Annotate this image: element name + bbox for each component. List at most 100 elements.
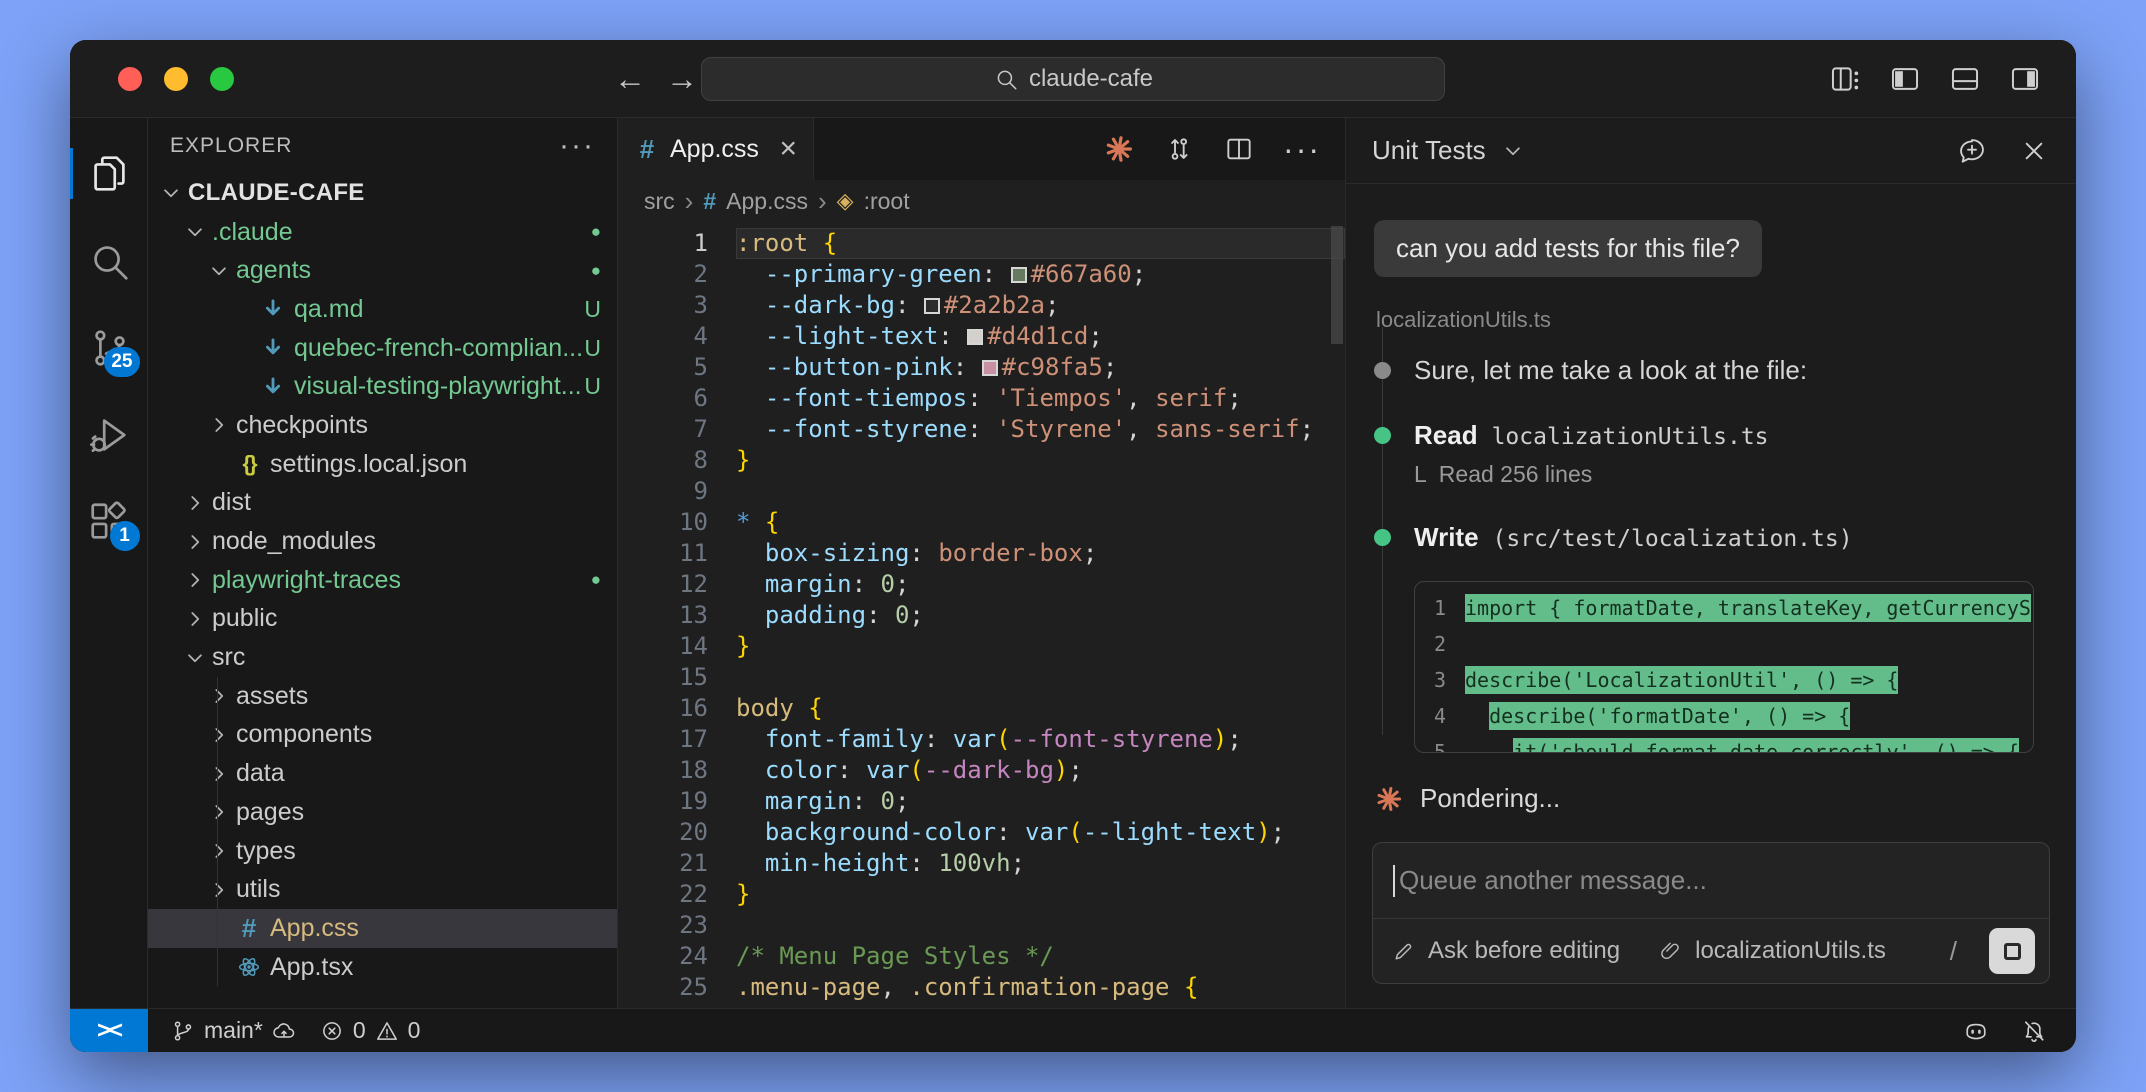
slash-command-hint[interactable]: / xyxy=(1950,936,1957,967)
cloud-upload-icon[interactable] xyxy=(271,1018,297,1044)
activity-source-control[interactable]: 25 xyxy=(70,304,148,391)
code-editor[interactable]: 1 2 3 4 5 6 7 8 9 10 11 12 13 14 15 16 17 18 19 20 21 22 23 24 2… xyxy=(618,222,1345,1008)
breadcrumb-symbol[interactable]: :root xyxy=(864,188,910,215)
code-line: --dark-bg: #2a2b2a; xyxy=(764,291,1060,319)
explorer-more-actions-icon[interactable]: ··· xyxy=(559,129,595,163)
tree-item-assets[interactable]: assets xyxy=(148,676,617,716)
breadcrumb-file[interactable]: App.css xyxy=(726,188,808,215)
toggle-panel-icon[interactable] xyxy=(1948,62,1982,96)
breadcrumb-src[interactable]: src xyxy=(644,188,675,215)
chat-input-box[interactable]: Queue another message... Ask before edit… xyxy=(1372,842,2050,984)
message-input[interactable]: Queue another message... xyxy=(1373,843,2049,919)
tree-item-dist[interactable]: dist xyxy=(148,484,617,523)
activity-extensions[interactable]: 1 xyxy=(70,478,148,565)
git-branch-item[interactable]: main* xyxy=(170,1017,297,1044)
tab-label: App.css xyxy=(670,134,759,163)
editor-scrollbar[interactable] xyxy=(1331,226,1343,344)
split-editor-icon[interactable] xyxy=(1223,133,1255,165)
tree-item-app-css[interactable]: # App.css xyxy=(148,909,617,948)
customize-layout-icon[interactable] xyxy=(1828,62,1862,96)
problems-item[interactable]: 0 0 xyxy=(319,1017,421,1044)
bell-slash-icon[interactable] xyxy=(2020,1017,2048,1045)
tree-item-pages[interactable]: pages xyxy=(148,793,617,832)
forward-arrow-button[interactable]: → xyxy=(662,60,702,97)
command-center-search[interactable]: claude-cafe xyxy=(701,56,1445,101)
toggle-primary-sidebar-icon[interactable] xyxy=(1888,62,1922,96)
tree-item-src[interactable]: src xyxy=(148,638,617,677)
chat-step: Write (src/test/localization.ts) xyxy=(1374,522,2048,553)
claude-starburst-icon[interactable] xyxy=(1103,133,1135,165)
react-icon xyxy=(236,954,262,980)
chevron-down-icon[interactable] xyxy=(1500,138,1526,164)
color-swatch xyxy=(1010,267,1027,283)
markdown-icon xyxy=(260,335,286,361)
activity-search[interactable] xyxy=(70,217,148,304)
css-icon: # xyxy=(241,912,257,943)
titlebar: ← → claude-cafe xyxy=(70,40,2076,118)
editor-more-actions-icon[interactable]: ··· xyxy=(1283,131,1321,168)
warning-icon xyxy=(374,1018,400,1044)
css-file-icon: # xyxy=(639,133,655,164)
tree-item-app-tsx[interactable]: App.tsx xyxy=(148,947,617,987)
breadcrumb[interactable]: src › # App.css › ◈ :root xyxy=(618,180,1345,222)
code-line: --font-tiempos: 'Tiempos', serif; xyxy=(764,384,1242,412)
tree-item-components[interactable]: components xyxy=(148,715,617,755)
close-window-button[interactable] xyxy=(118,66,142,91)
permission-mode-selector[interactable]: Ask before editing xyxy=(1428,937,1620,965)
diff-code-block[interactable]: 1 import { formatDate, translateKey, getC… xyxy=(1414,581,2034,753)
toggle-secondary-sidebar-icon[interactable] xyxy=(2008,62,2042,96)
diff-lines: 1 import { formatDate, translateKey, getC… xyxy=(1415,590,2033,752)
remote-indicator[interactable]: >< xyxy=(70,1009,148,1052)
tree-item-public[interactable]: public xyxy=(148,600,617,639)
close-panel-icon[interactable] xyxy=(2018,135,2050,167)
explorer-sidebar: EXPLORER ··· CLAUDE-CAFE .claude ● agents ● q… xyxy=(148,118,618,1008)
code-line: color: var(--dark-bg); xyxy=(764,756,1083,784)
stop-button[interactable] xyxy=(1989,928,2035,974)
tab-close-icon[interactable]: × xyxy=(779,132,797,166)
activity-explorer[interactable] xyxy=(70,130,148,217)
chevron-right-icon xyxy=(206,683,232,709)
chat-step: Read localizationUtils.ts L Read 256 lines xyxy=(1374,420,2048,488)
tree-item-settings-local-json[interactable]: {} settings.local.json xyxy=(148,445,617,484)
tree-item-utils[interactable]: utils xyxy=(148,870,617,909)
tab-app-css[interactable]: # App.css × xyxy=(618,118,814,180)
git-untracked-badge: U xyxy=(584,295,601,322)
tree-item-types[interactable]: types xyxy=(148,831,617,871)
code-line: .menu-page, .confirmation-page { xyxy=(736,973,1199,1001)
git-untracked-badge: U xyxy=(584,373,601,400)
tree-item-qa-md[interactable]: qa.md U xyxy=(148,290,617,329)
chevron-right-icon xyxy=(182,567,208,593)
copilot-icon[interactable] xyxy=(1962,1017,1990,1045)
status-bar: >< main* 0 0 xyxy=(70,1008,2076,1052)
tree-item-agents[interactable]: agents ● xyxy=(148,251,617,290)
symbol-icon: ◈ xyxy=(836,188,854,213)
tree-item--claude[interactable]: .claude ● xyxy=(148,213,617,252)
claude-starburst-icon xyxy=(1374,784,1404,814)
pencil-icon xyxy=(1391,939,1416,964)
warning-count: 0 xyxy=(407,1017,421,1043)
tree-item-node-modules[interactable]: node_modules xyxy=(148,522,617,561)
tree-item-playwright-traces[interactable]: playwright-traces ● xyxy=(148,561,617,600)
activity-run-debug[interactable] xyxy=(70,391,148,478)
error-count: 0 xyxy=(352,1017,366,1043)
tree-item-quebec-french-complian-[interactable]: quebec-french-complian... U xyxy=(148,329,617,368)
minimize-window-button[interactable] xyxy=(164,66,188,91)
search-text: claude-cafe xyxy=(1028,64,1154,92)
back-arrow-button[interactable]: ← xyxy=(610,60,650,97)
attachment-chip[interactable]: localizationUtils.ts xyxy=(1695,937,1886,965)
chat-thread: Sure, let me take a look at the file: Rea… xyxy=(1374,327,2048,753)
tree-item-checkpoints[interactable]: checkpoints xyxy=(148,406,617,445)
open-changes-icon[interactable] xyxy=(1163,133,1195,165)
text-cursor xyxy=(1393,864,1395,897)
zoom-window-button[interactable] xyxy=(210,66,234,91)
tab-bar: # App.css × ··· xyxy=(618,118,1345,180)
code-line: :root { xyxy=(736,228,1345,259)
new-chat-icon[interactable] xyxy=(1956,135,1988,167)
tree-item-data[interactable]: data xyxy=(148,754,617,793)
tree-item-claude-cafe[interactable]: CLAUDE-CAFE xyxy=(148,174,617,213)
tree-item-visual-testing-playwright-[interactable]: visual-testing-playwright... U xyxy=(148,367,617,406)
step-bullet xyxy=(1374,529,1391,546)
context-file-label: localizationUtils.ts xyxy=(1376,307,1551,332)
